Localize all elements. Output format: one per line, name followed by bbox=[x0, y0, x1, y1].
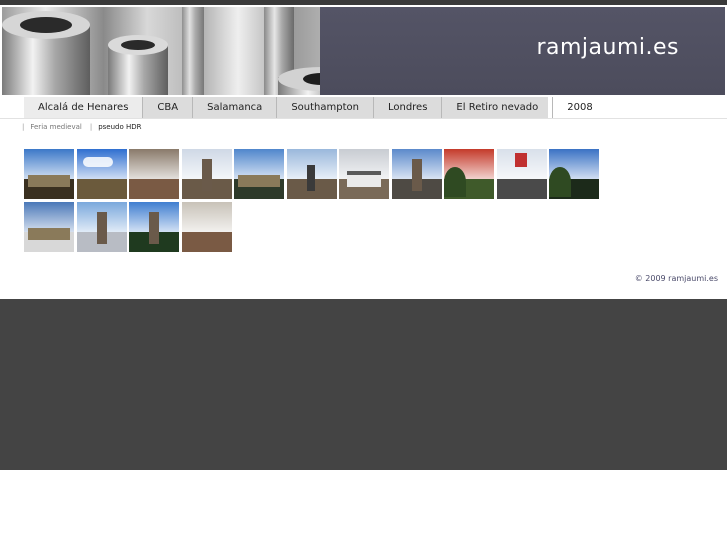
footer-copyright: © 2009 ramjaumi.es bbox=[634, 274, 718, 283]
thumb-6[interactable] bbox=[286, 149, 337, 199]
header-photo bbox=[2, 7, 365, 95]
nav-item-3[interactable]: Salamanca bbox=[193, 97, 278, 118]
thumb-subject-statue bbox=[306, 165, 315, 191]
nav-item-1[interactable]: Alcalá de Henares bbox=[24, 97, 144, 118]
header-banner: ramjaumi.es bbox=[320, 7, 725, 95]
thumb-sky bbox=[129, 149, 179, 179]
thumb-8[interactable] bbox=[391, 149, 442, 199]
thumb-14[interactable] bbox=[129, 202, 179, 252]
thumb-9[interactable] bbox=[444, 149, 494, 199]
thumb-4[interactable] bbox=[181, 149, 232, 199]
main-nav: Alcalá de Henares CBA Salamanca Southampton… bbox=[24, 97, 593, 118]
nav-item-6[interactable]: El Retiro nevado bbox=[442, 97, 554, 118]
thumb-subject-building bbox=[28, 228, 70, 240]
thumb-1[interactable] bbox=[24, 149, 74, 199]
metal-cylinders-illustration bbox=[2, 7, 364, 95]
thumb-10[interactable] bbox=[496, 149, 547, 199]
thumb-5[interactable] bbox=[234, 149, 284, 199]
subnav-item-1[interactable]: Feria medieval bbox=[30, 123, 82, 131]
subnav-item-2[interactable]: pseudo HDR bbox=[98, 123, 141, 131]
thumb-subject-tower bbox=[96, 212, 107, 244]
subnav-separator: | bbox=[89, 123, 93, 131]
nav-divider bbox=[0, 118, 727, 119]
thumb-7[interactable] bbox=[339, 149, 389, 199]
thumb-subject-trees bbox=[444, 167, 466, 197]
thumb-subject-clouds bbox=[82, 157, 113, 167]
thumb-ground bbox=[76, 179, 127, 199]
thumb-sky bbox=[181, 202, 232, 232]
thumb-12[interactable] bbox=[24, 202, 74, 252]
subnav-separator: | bbox=[22, 123, 25, 131]
thumb-subject-tower bbox=[201, 159, 212, 191]
thumb-subject-tower bbox=[149, 212, 159, 244]
thumb-subject-sign bbox=[514, 153, 527, 167]
nav-item-2[interactable]: CBA bbox=[143, 97, 194, 118]
thumb-subject-building bbox=[28, 175, 70, 187]
nav-item-4[interactable]: Southampton bbox=[277, 97, 374, 118]
site-header: ramjaumi.es bbox=[0, 5, 727, 97]
thumb-subject-crowd bbox=[129, 179, 179, 199]
thumb-subject-kiosk bbox=[347, 171, 381, 187]
thumb-15[interactable] bbox=[181, 202, 232, 252]
nav-item-5[interactable]: Londres bbox=[374, 97, 443, 118]
site-logo[interactable]: ramjaumi.es bbox=[536, 35, 679, 60]
thumb-11[interactable] bbox=[549, 149, 599, 199]
thumb-ground bbox=[496, 179, 547, 199]
sub-nav: | Feria medieval | pseudo HDR bbox=[22, 121, 150, 133]
thumb-2[interactable] bbox=[76, 149, 127, 199]
nav-item-7[interactable]: 2008 bbox=[553, 97, 606, 118]
bottom-band bbox=[0, 299, 727, 470]
thumb-subject-street bbox=[181, 232, 232, 252]
thumb-subject-tower bbox=[411, 159, 422, 191]
thumb-subject-trees bbox=[549, 167, 571, 197]
thumb-3[interactable] bbox=[129, 149, 179, 199]
thumb-13[interactable] bbox=[76, 202, 127, 252]
thumb-subject-building bbox=[238, 175, 280, 187]
